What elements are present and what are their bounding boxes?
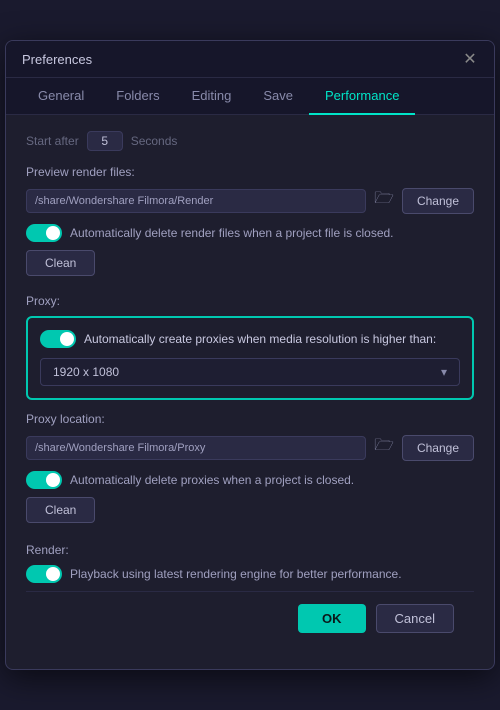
preview-auto-delete-toggle[interactable] <box>26 224 62 242</box>
chevron-down-icon: ▾ <box>441 365 447 379</box>
preview-clean-button[interactable]: Clean <box>26 250 95 276</box>
proxy-location-label: Proxy location: <box>26 412 474 426</box>
preview-folder-icon[interactable]: 🗁 <box>374 187 394 214</box>
start-after-value[interactable]: 5 <box>87 131 123 151</box>
proxy-clean-button[interactable]: Clean <box>26 497 95 523</box>
preferences-dialog: Preferences ✕ General Folders Editing Sa… <box>5 40 495 670</box>
tab-general[interactable]: General <box>22 78 100 115</box>
render-playback-toggle[interactable] <box>26 565 62 583</box>
proxy-change-button[interactable]: Change <box>402 435 474 461</box>
proxy-resolution-row[interactable]: 1920 x 1080 ▾ <box>40 358 460 386</box>
proxy-box: Automatically create proxies when media … <box>26 316 474 400</box>
preview-auto-delete-row: Automatically delete render files when a… <box>26 224 474 242</box>
render-section: Render: Playback using latest rendering … <box>26 543 474 583</box>
ok-button[interactable]: OK <box>298 604 366 633</box>
tab-folders[interactable]: Folders <box>100 78 175 115</box>
proxy-auto-create-label: Automatically create proxies when media … <box>84 332 436 346</box>
proxy-folder-icon[interactable]: 🗁 <box>374 434 394 461</box>
render-playback-label: Playback using latest rendering engine f… <box>70 567 474 581</box>
proxy-location-path: /share/Wondershare Filmora/Proxy <box>26 436 366 460</box>
close-button[interactable]: ✕ <box>462 51 478 67</box>
render-playback-row: Playback using latest rendering engine f… <box>26 565 474 583</box>
render-label: Render: <box>26 543 474 557</box>
preview-auto-delete-label: Automatically delete render files when a… <box>70 226 474 240</box>
tab-bar: General Folders Editing Save Performance <box>6 78 494 115</box>
proxy-auto-delete-label: Automatically delete proxies when a proj… <box>70 473 474 487</box>
content-area: Start after 5 Seconds Preview render fil… <box>6 115 494 669</box>
proxy-auto-create-toggle[interactable] <box>40 330 76 348</box>
tab-performance[interactable]: Performance <box>309 78 415 115</box>
preview-render-label: Preview render files: <box>26 165 474 179</box>
titlebar: Preferences ✕ <box>6 41 494 78</box>
cancel-button[interactable]: Cancel <box>376 604 454 633</box>
tab-save[interactable]: Save <box>247 78 309 115</box>
proxy-auto-delete-toggle[interactable] <box>26 471 62 489</box>
start-after-label: Start after <box>26 134 79 148</box>
proxy-label: Proxy: <box>26 294 474 308</box>
proxy-auto-create-row: Automatically create proxies when media … <box>40 330 460 348</box>
proxy-location-path-row: /share/Wondershare Filmora/Proxy 🗁 Chang… <box>26 434 474 461</box>
tab-editing[interactable]: Editing <box>176 78 248 115</box>
start-after-row: Start after 5 Seconds <box>26 131 474 151</box>
footer: OK Cancel <box>26 591 474 649</box>
preview-render-path-row: /share/Wondershare Filmora/Render 🗁 Chan… <box>26 187 474 214</box>
preview-render-path: /share/Wondershare Filmora/Render <box>26 189 366 213</box>
preview-change-button[interactable]: Change <box>402 188 474 214</box>
proxy-auto-delete-row: Automatically delete proxies when a proj… <box>26 471 474 489</box>
dialog-title: Preferences <box>22 52 92 67</box>
proxy-resolution-text: 1920 x 1080 <box>53 365 119 379</box>
start-after-unit: Seconds <box>131 134 178 148</box>
